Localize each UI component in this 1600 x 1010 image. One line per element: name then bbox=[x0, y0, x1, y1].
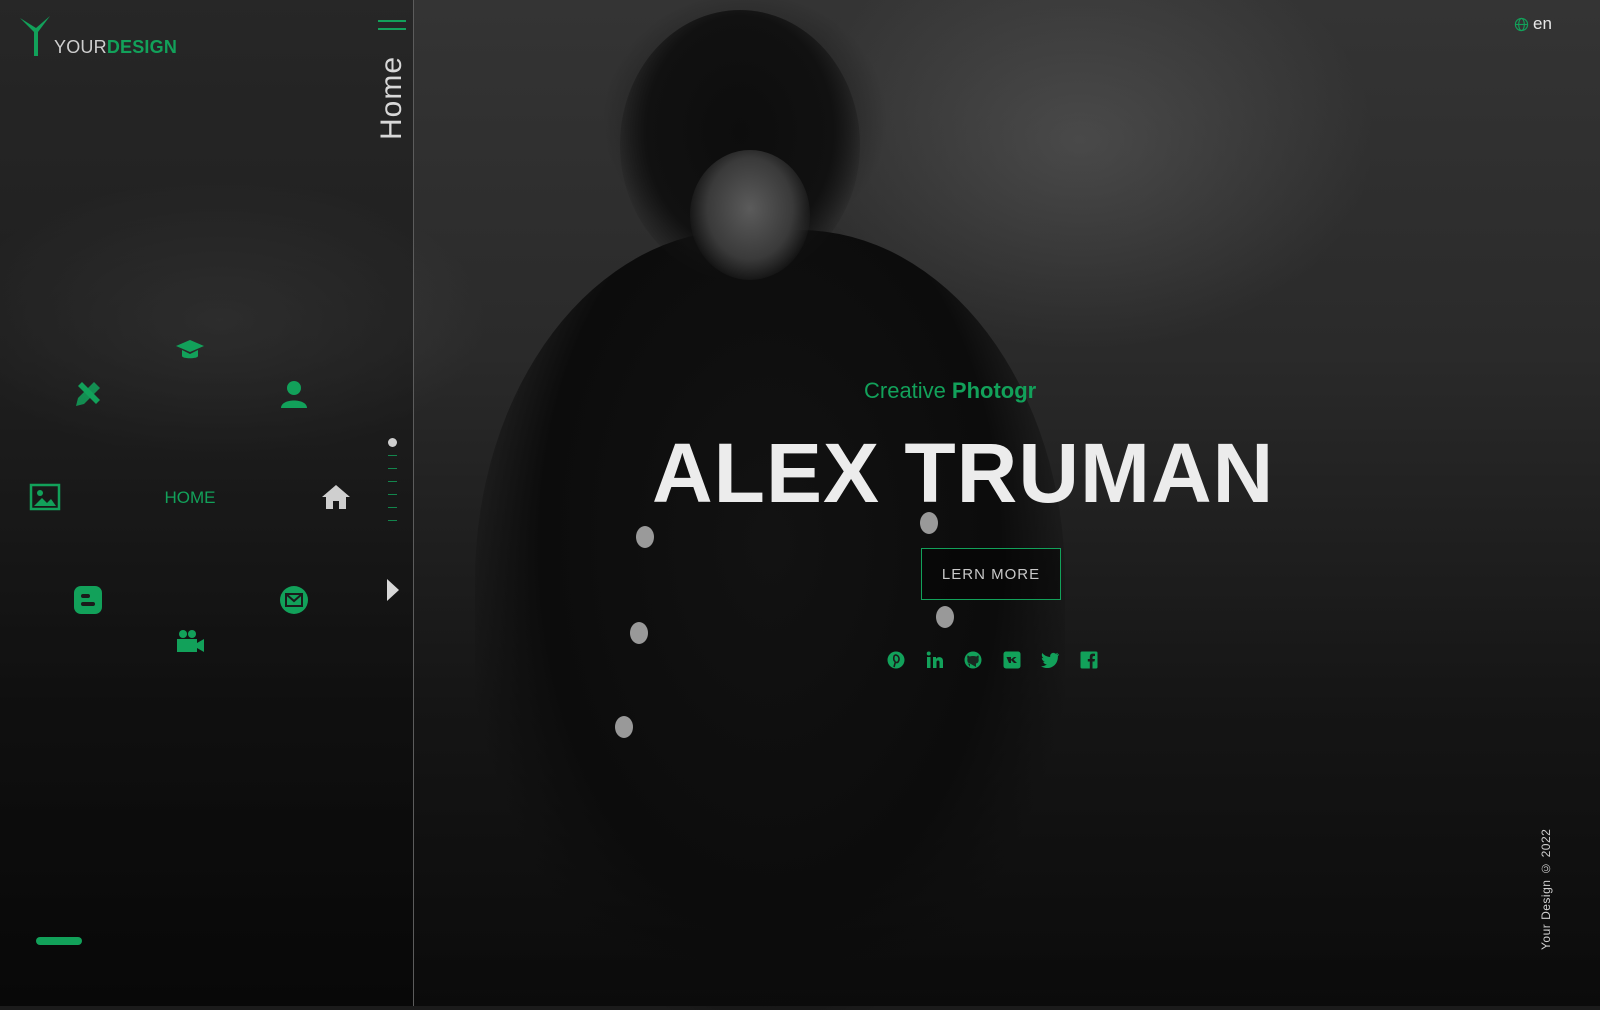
nav-home-label[interactable]: HOME bbox=[150, 488, 230, 508]
social-pinterest[interactable] bbox=[884, 648, 908, 672]
home-icon bbox=[322, 485, 350, 509]
pinterest-icon bbox=[887, 651, 905, 669]
mail-icon bbox=[280, 586, 308, 614]
image-icon bbox=[29, 483, 61, 511]
hero-subtitle: Creative Photogr bbox=[864, 378, 1036, 404]
social-twitter[interactable] bbox=[1038, 648, 1062, 672]
nav-services[interactable] bbox=[68, 374, 108, 414]
nav-blog[interactable] bbox=[68, 580, 108, 620]
coat-button bbox=[615, 716, 633, 738]
play-arrow-icon bbox=[387, 579, 399, 601]
slide-indicator-tick[interactable] bbox=[388, 481, 397, 482]
hero-title: ALEX TRUMAN bbox=[652, 426, 1275, 520]
facebook-icon bbox=[1080, 651, 1097, 669]
coat-button bbox=[936, 606, 954, 628]
video-camera-icon bbox=[177, 630, 204, 652]
nav-gallery[interactable] bbox=[25, 477, 65, 517]
slide-indicator-active[interactable] bbox=[388, 438, 397, 447]
user-icon bbox=[281, 381, 307, 408]
nav-home[interactable] bbox=[316, 477, 356, 517]
linkedin-icon bbox=[926, 651, 943, 668]
logo-mark-icon bbox=[20, 16, 50, 56]
social-github[interactable] bbox=[961, 648, 985, 672]
slide-indicator bbox=[388, 438, 400, 533]
hero-subtitle-bold: Photogr bbox=[951, 378, 1037, 403]
nav-contact[interactable] bbox=[274, 580, 314, 620]
slide-indicator-tick[interactable] bbox=[388, 455, 397, 456]
language-switch[interactable]: en bbox=[1514, 14, 1552, 34]
sidebar: YOURDESIGN Home HOME bbox=[0, 0, 414, 1006]
slide-indicator-tick[interactable] bbox=[388, 494, 397, 495]
nav-video[interactable] bbox=[170, 622, 210, 662]
photo-subject-face bbox=[690, 150, 810, 280]
twitter-icon bbox=[1041, 652, 1059, 669]
social-facebook[interactable] bbox=[1077, 648, 1101, 672]
progress-bar bbox=[36, 937, 82, 945]
language-label: en bbox=[1533, 14, 1552, 33]
learn-more-button[interactable]: LERN MORE bbox=[921, 548, 1061, 600]
slide-indicator-tick[interactable] bbox=[388, 520, 397, 521]
coat-button bbox=[630, 622, 648, 644]
slide-indicator-tick[interactable] bbox=[388, 507, 397, 508]
nav-about[interactable] bbox=[274, 374, 314, 414]
hero-subtitle-light: Creative bbox=[864, 378, 946, 403]
menu-line bbox=[378, 20, 406, 22]
coat-button bbox=[636, 526, 654, 548]
globe-icon bbox=[1514, 17, 1529, 31]
github-icon bbox=[964, 651, 982, 669]
menu-line bbox=[378, 28, 406, 30]
brand-logo[interactable]: YOURDESIGN bbox=[18, 14, 177, 58]
copyright-text: Your Design © 2022 bbox=[1539, 828, 1553, 950]
page-label: Home bbox=[375, 56, 408, 141]
graduation-cap-icon bbox=[176, 340, 204, 359]
social-linkedin[interactable] bbox=[923, 648, 947, 672]
blogger-icon bbox=[74, 586, 102, 614]
photo-subject-coat bbox=[475, 230, 1065, 1010]
logo-text: YOURDESIGN bbox=[54, 37, 178, 57]
vk-icon bbox=[1003, 651, 1020, 669]
slide-indicator-tick[interactable] bbox=[388, 468, 397, 469]
social-vk[interactable] bbox=[1000, 648, 1024, 672]
next-arrow-button[interactable] bbox=[385, 578, 401, 602]
menu-toggle-button[interactable] bbox=[378, 20, 406, 34]
tools-icon bbox=[76, 382, 100, 406]
nav-education[interactable] bbox=[170, 330, 210, 370]
social-links bbox=[884, 648, 1115, 672]
